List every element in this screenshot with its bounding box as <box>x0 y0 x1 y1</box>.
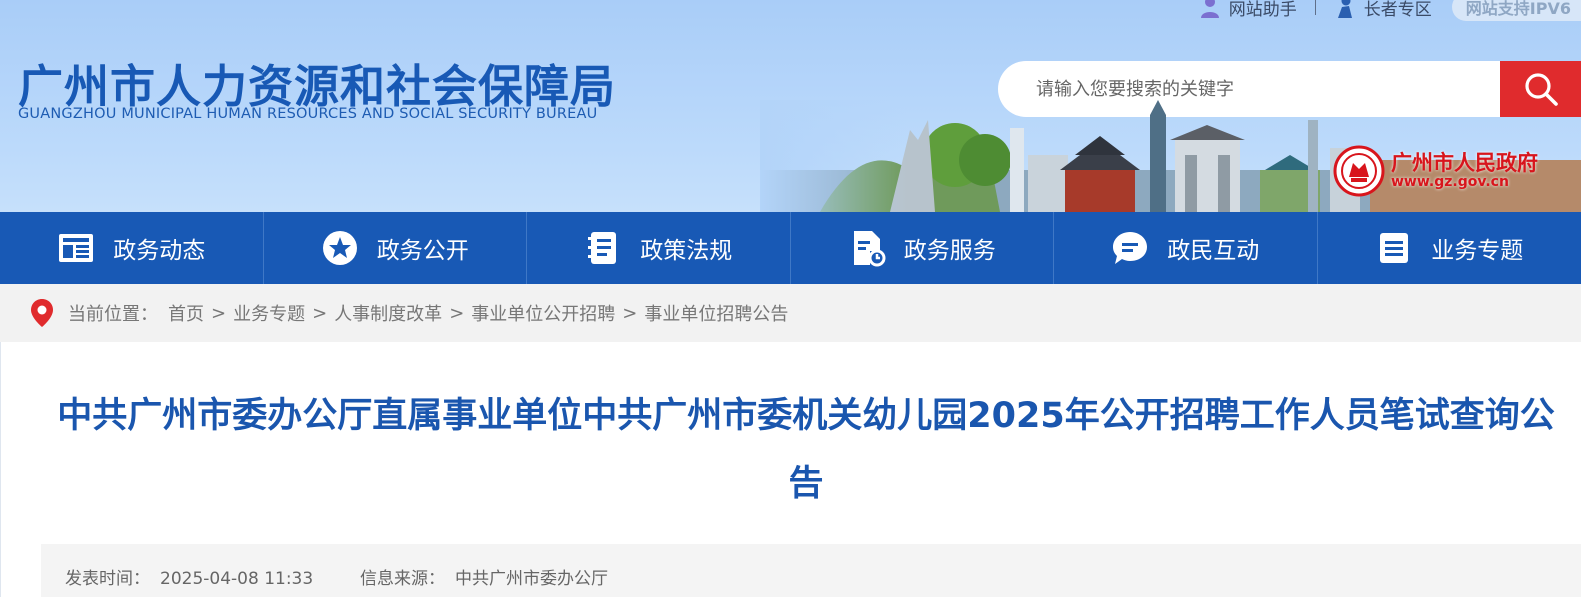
top-link-assistant[interactable]: 网站助手 <box>1199 0 1297 20</box>
article: 中共广州市委办公厅直属事业单位中共广州市委机关幼儿园2025年公开招聘工作人员笔… <box>0 342 1581 597</box>
top-link-elder-label: 长者专区 <box>1363 0 1432 20</box>
gz-government-url: www.gz.gov.cn <box>1391 173 1509 190</box>
breadcrumb-personnel-reform[interactable]: 人事制度改革 <box>334 300 442 326</box>
nav-item-policy-label: 政策法规 <box>640 238 733 264</box>
breadcrumb-recruitment-notice[interactable]: 事业单位招聘公告 <box>644 300 788 326</box>
list-icon <box>1380 233 1409 263</box>
breadcrumb-recruitment[interactable]: 事业单位公开招聘 <box>471 300 615 326</box>
top-link-assistant-label: 网站助手 <box>1228 0 1297 20</box>
breadcrumb-home[interactable]: 首页 <box>168 300 204 326</box>
source: 中共广州市委办公厅 <box>455 569 609 589</box>
nav-item-topics[interactable]: 业务专题 <box>1318 212 1581 284</box>
location-pin-icon <box>31 299 53 327</box>
book-icon <box>588 232 617 264</box>
gz-emblem-icon <box>1333 145 1385 197</box>
nav-item-topics-label: 业务专题 <box>1431 238 1524 264</box>
nav-item-news-label: 政务动态 <box>113 238 206 264</box>
breadcrumb-topics[interactable]: 业务专题 <box>233 300 305 326</box>
nav-item-interaction[interactable]: 政民互动 <box>1054 212 1318 284</box>
breadcrumb-label: 当前位置： <box>68 304 158 325</box>
site-header: 网站助手 长者专区 网站支持IPV6 广州市人力资源和社会保障局 GUANGZH… <box>0 0 1581 212</box>
main-nav: 政务动态 政务公开 政策法规 政务服务 政民互动 业务专题 <box>0 212 1581 284</box>
page: 网站助手 长者专区 网站支持IPV6 广州市人力资源和社会保障局 GUANGZH… <box>0 0 1581 597</box>
chat-icon <box>1113 232 1148 264</box>
top-link-elder[interactable]: 长者专区 <box>1334 0 1432 20</box>
top-links-divider <box>1314 0 1316 15</box>
nav-item-service-label: 政务服务 <box>903 238 996 264</box>
site-logo-en: GUANGZHOU MUNICIPAL HUMAN RESOURCES AND … <box>18 106 598 122</box>
publish-time-label: 发表时间： <box>65 569 150 589</box>
gz-government-link[interactable]: 广州市人民政府 www.gz.gov.cn <box>1333 145 1538 197</box>
nav-item-disclosure[interactable]: 政务公开 <box>264 212 527 284</box>
user-icon <box>1200 0 1219 18</box>
nav-item-news[interactable]: 政务动态 <box>0 212 264 284</box>
gz-government-name: 广州市人民政府 <box>1391 150 1538 175</box>
news-icon <box>59 234 94 262</box>
star-icon <box>322 231 357 265</box>
breadcrumb: 当前位置： 首页 > 业务专题 > 人事制度改革 > 事业单位公开招聘 > 事业… <box>0 284 1581 342</box>
breadcrumb-separator: > <box>312 302 328 324</box>
nav-item-disclosure-label: 政务公开 <box>376 238 469 264</box>
publish-time: 2025-04-08 11:33 <box>160 569 314 589</box>
top-links-bar: 网站助手 长者专区 网站支持IPV6 <box>1199 0 1581 21</box>
source-label: 信息来源： <box>360 569 446 589</box>
nav-item-policy[interactable]: 政策法规 <box>527 212 791 284</box>
ipv6-badge: 网站支持IPV6 <box>1451 0 1581 21</box>
service-doc-icon <box>853 231 886 267</box>
nav-item-service[interactable]: 政务服务 <box>791 212 1054 284</box>
article-meta: 发表时间： 2025-04-08 11:33 信息来源： 中共广州市委办公厅 <box>41 544 1581 597</box>
article-title: 中共广州市委办公厅直属事业单位中共广州市委机关幼儿园2025年公开招聘工作人员笔… <box>57 396 1555 504</box>
breadcrumb-separator: > <box>449 302 465 324</box>
nav-item-interaction-label: 政民互动 <box>1167 238 1260 264</box>
elder-icon <box>1337 0 1352 18</box>
breadcrumb-separator: > <box>211 302 227 324</box>
breadcrumb-separator: > <box>622 302 638 324</box>
